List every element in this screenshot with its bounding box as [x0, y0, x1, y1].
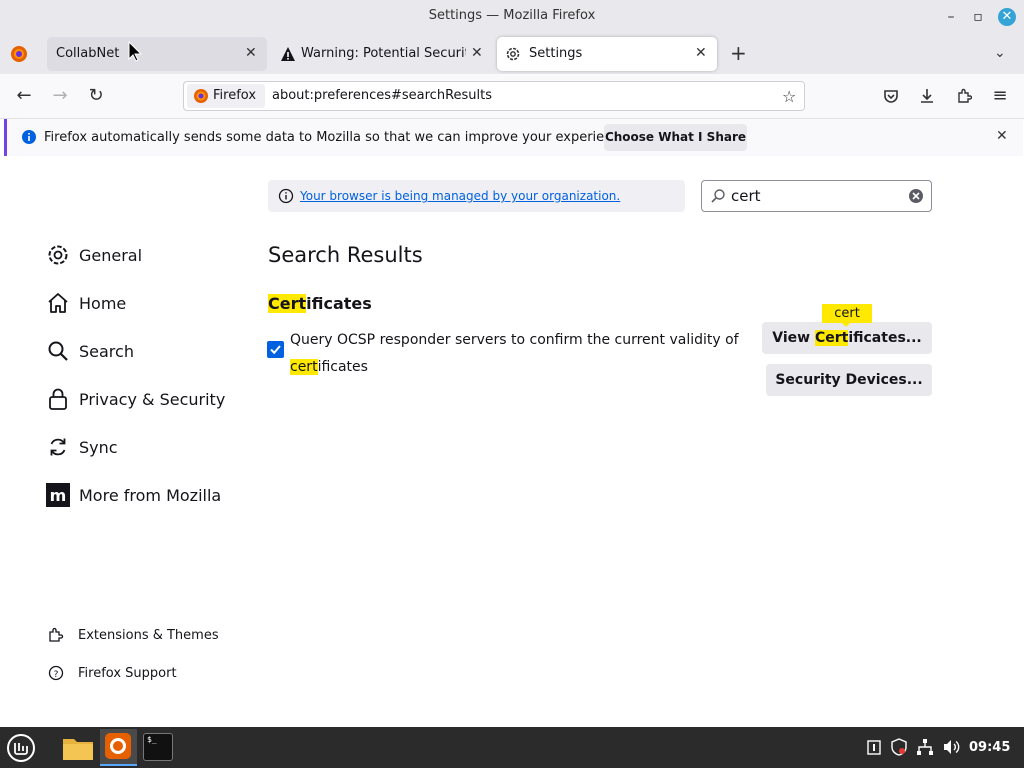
reload-icon[interactable]: ↻: [82, 82, 110, 110]
close-notification-icon[interactable]: ✕: [996, 128, 1008, 144]
new-tab-icon[interactable]: +: [730, 43, 750, 63]
tab-collabnet[interactable]: CollabNet ✕: [47, 37, 267, 71]
page-title: Search Results: [268, 243, 423, 267]
tab-label: Warning: Potential Security Risk Ahead: [301, 46, 466, 61]
button-label: View: [772, 330, 815, 346]
ocsp-label-rest: ificates: [317, 359, 368, 375]
firefox-view-icon[interactable]: [10, 45, 28, 63]
firefox-taskbar-button[interactable]: [100, 729, 137, 766]
sidebar-item-label: Search: [79, 342, 134, 361]
svg-text:m: m: [50, 486, 67, 505]
clear-search-icon[interactable]: [908, 188, 924, 204]
mouse-cursor-icon: [125, 40, 145, 63]
section-heading-certificates: Certificates: [268, 294, 372, 313]
taskbar: $_ 09:45: [0, 727, 1024, 768]
url-text[interactable]: about:preferences#searchResults: [272, 88, 492, 103]
help-icon: ?: [48, 665, 64, 681]
list-all-tabs-icon[interactable]: ⌄: [994, 43, 1014, 63]
clock: 09:45: [969, 740, 1011, 755]
sidebar-item-label: Sync: [79, 438, 118, 457]
sidebar-item-label: Privacy & Security: [79, 390, 226, 409]
sidebar-item-label: More from Mozilla: [79, 486, 222, 505]
firefox-logo-icon: [193, 88, 209, 104]
tab-label: Settings: [529, 46, 583, 61]
downloads-icon[interactable]: [913, 82, 941, 110]
network-icon[interactable]: [916, 738, 934, 756]
section-heading-rest: ificates: [306, 294, 372, 313]
tab-settings[interactable]: Settings ✕: [497, 37, 717, 71]
identity-label: Firefox: [213, 88, 257, 103]
forward-icon[interactable]: →: [46, 82, 74, 110]
warning-icon: [280, 46, 296, 62]
ocsp-label-line2: certificates: [290, 354, 750, 381]
menu-icon[interactable]: ≡: [986, 82, 1014, 110]
search-value[interactable]: cert: [731, 187, 761, 205]
volume-icon[interactable]: [942, 738, 960, 756]
tab-security-warning[interactable]: Warning: Potential Security Risk Ahead ✕: [273, 37, 491, 71]
url-bar[interactable]: Firefox about:preferences#searchResults …: [183, 81, 805, 111]
shield-icon[interactable]: [891, 738, 907, 756]
terminal-icon[interactable]: $_: [143, 733, 173, 761]
lock-icon: [46, 387, 70, 411]
back-icon[interactable]: ←: [10, 82, 38, 110]
policy-link[interactable]: Your browser is being managed by your or…: [300, 189, 620, 203]
search-icon: [710, 188, 726, 204]
info-icon: [278, 188, 294, 204]
close-tab-icon[interactable]: ✕: [471, 45, 483, 61]
sidebar-item-label: General: [79, 246, 143, 265]
search-tooltip-arrow: [841, 322, 851, 327]
extensions-icon[interactable]: [950, 82, 978, 110]
folder-icon[interactable]: [62, 734, 94, 762]
notification-message: Firefox automatically sends some data to…: [44, 130, 632, 145]
gear-icon: [46, 243, 70, 267]
close-window-icon[interactable]: ✕: [998, 8, 1016, 26]
home-icon: [46, 291, 70, 315]
security-devices-button[interactable]: Security Devices...: [766, 364, 932, 396]
puzzle-icon: [48, 627, 64, 643]
window-title: Settings — Mozilla Firefox: [428, 8, 596, 23]
bookmark-star-icon[interactable]: ☆: [782, 87, 796, 106]
sidebar-item-label: Home: [79, 294, 127, 313]
search-input[interactable]: cert: [701, 180, 932, 212]
mint-menu-icon[interactable]: [6, 733, 36, 763]
mozilla-icon: m: [46, 483, 70, 507]
info-icon: [21, 129, 37, 145]
footer-label: Extensions & Themes: [78, 628, 219, 643]
sync-icon: [46, 435, 70, 459]
search-highlight: Cert: [814, 330, 849, 346]
gear-icon: [505, 46, 521, 62]
pocket-icon[interactable]: [877, 82, 905, 110]
maximize-icon[interactable]: ▫: [969, 8, 987, 26]
close-tab-icon[interactable]: ✕: [695, 45, 707, 61]
svg-text:?: ?: [54, 670, 59, 680]
choose-what-i-share-button[interactable]: Choose What I Share: [604, 124, 747, 151]
minimize-icon[interactable]: –: [942, 8, 960, 26]
footer-label: Firefox Support: [78, 666, 177, 681]
clipboard-icon[interactable]: [866, 739, 882, 755]
title-bar: Settings — Mozilla Firefox – ▫ ✕: [0, 0, 1024, 34]
search-highlight: Cert: [268, 294, 307, 313]
search-highlight: cert: [290, 359, 318, 375]
search-tooltip: cert: [822, 304, 872, 323]
search-icon: [46, 339, 70, 363]
ocsp-checkbox[interactable]: [267, 341, 284, 358]
ocsp-label[interactable]: Query OCSP responder servers to confirm …: [290, 327, 750, 381]
close-tab-icon[interactable]: ✕: [245, 45, 257, 61]
button-label-rest: ificates...: [848, 330, 922, 346]
ocsp-label-line1: Query OCSP responder servers to confirm …: [290, 332, 739, 348]
identity-box[interactable]: Firefox: [187, 84, 265, 108]
notification-bar: Firefox automatically sends some data to…: [4, 119, 1023, 156]
policy-notice: Your browser is being managed by your or…: [268, 180, 685, 212]
